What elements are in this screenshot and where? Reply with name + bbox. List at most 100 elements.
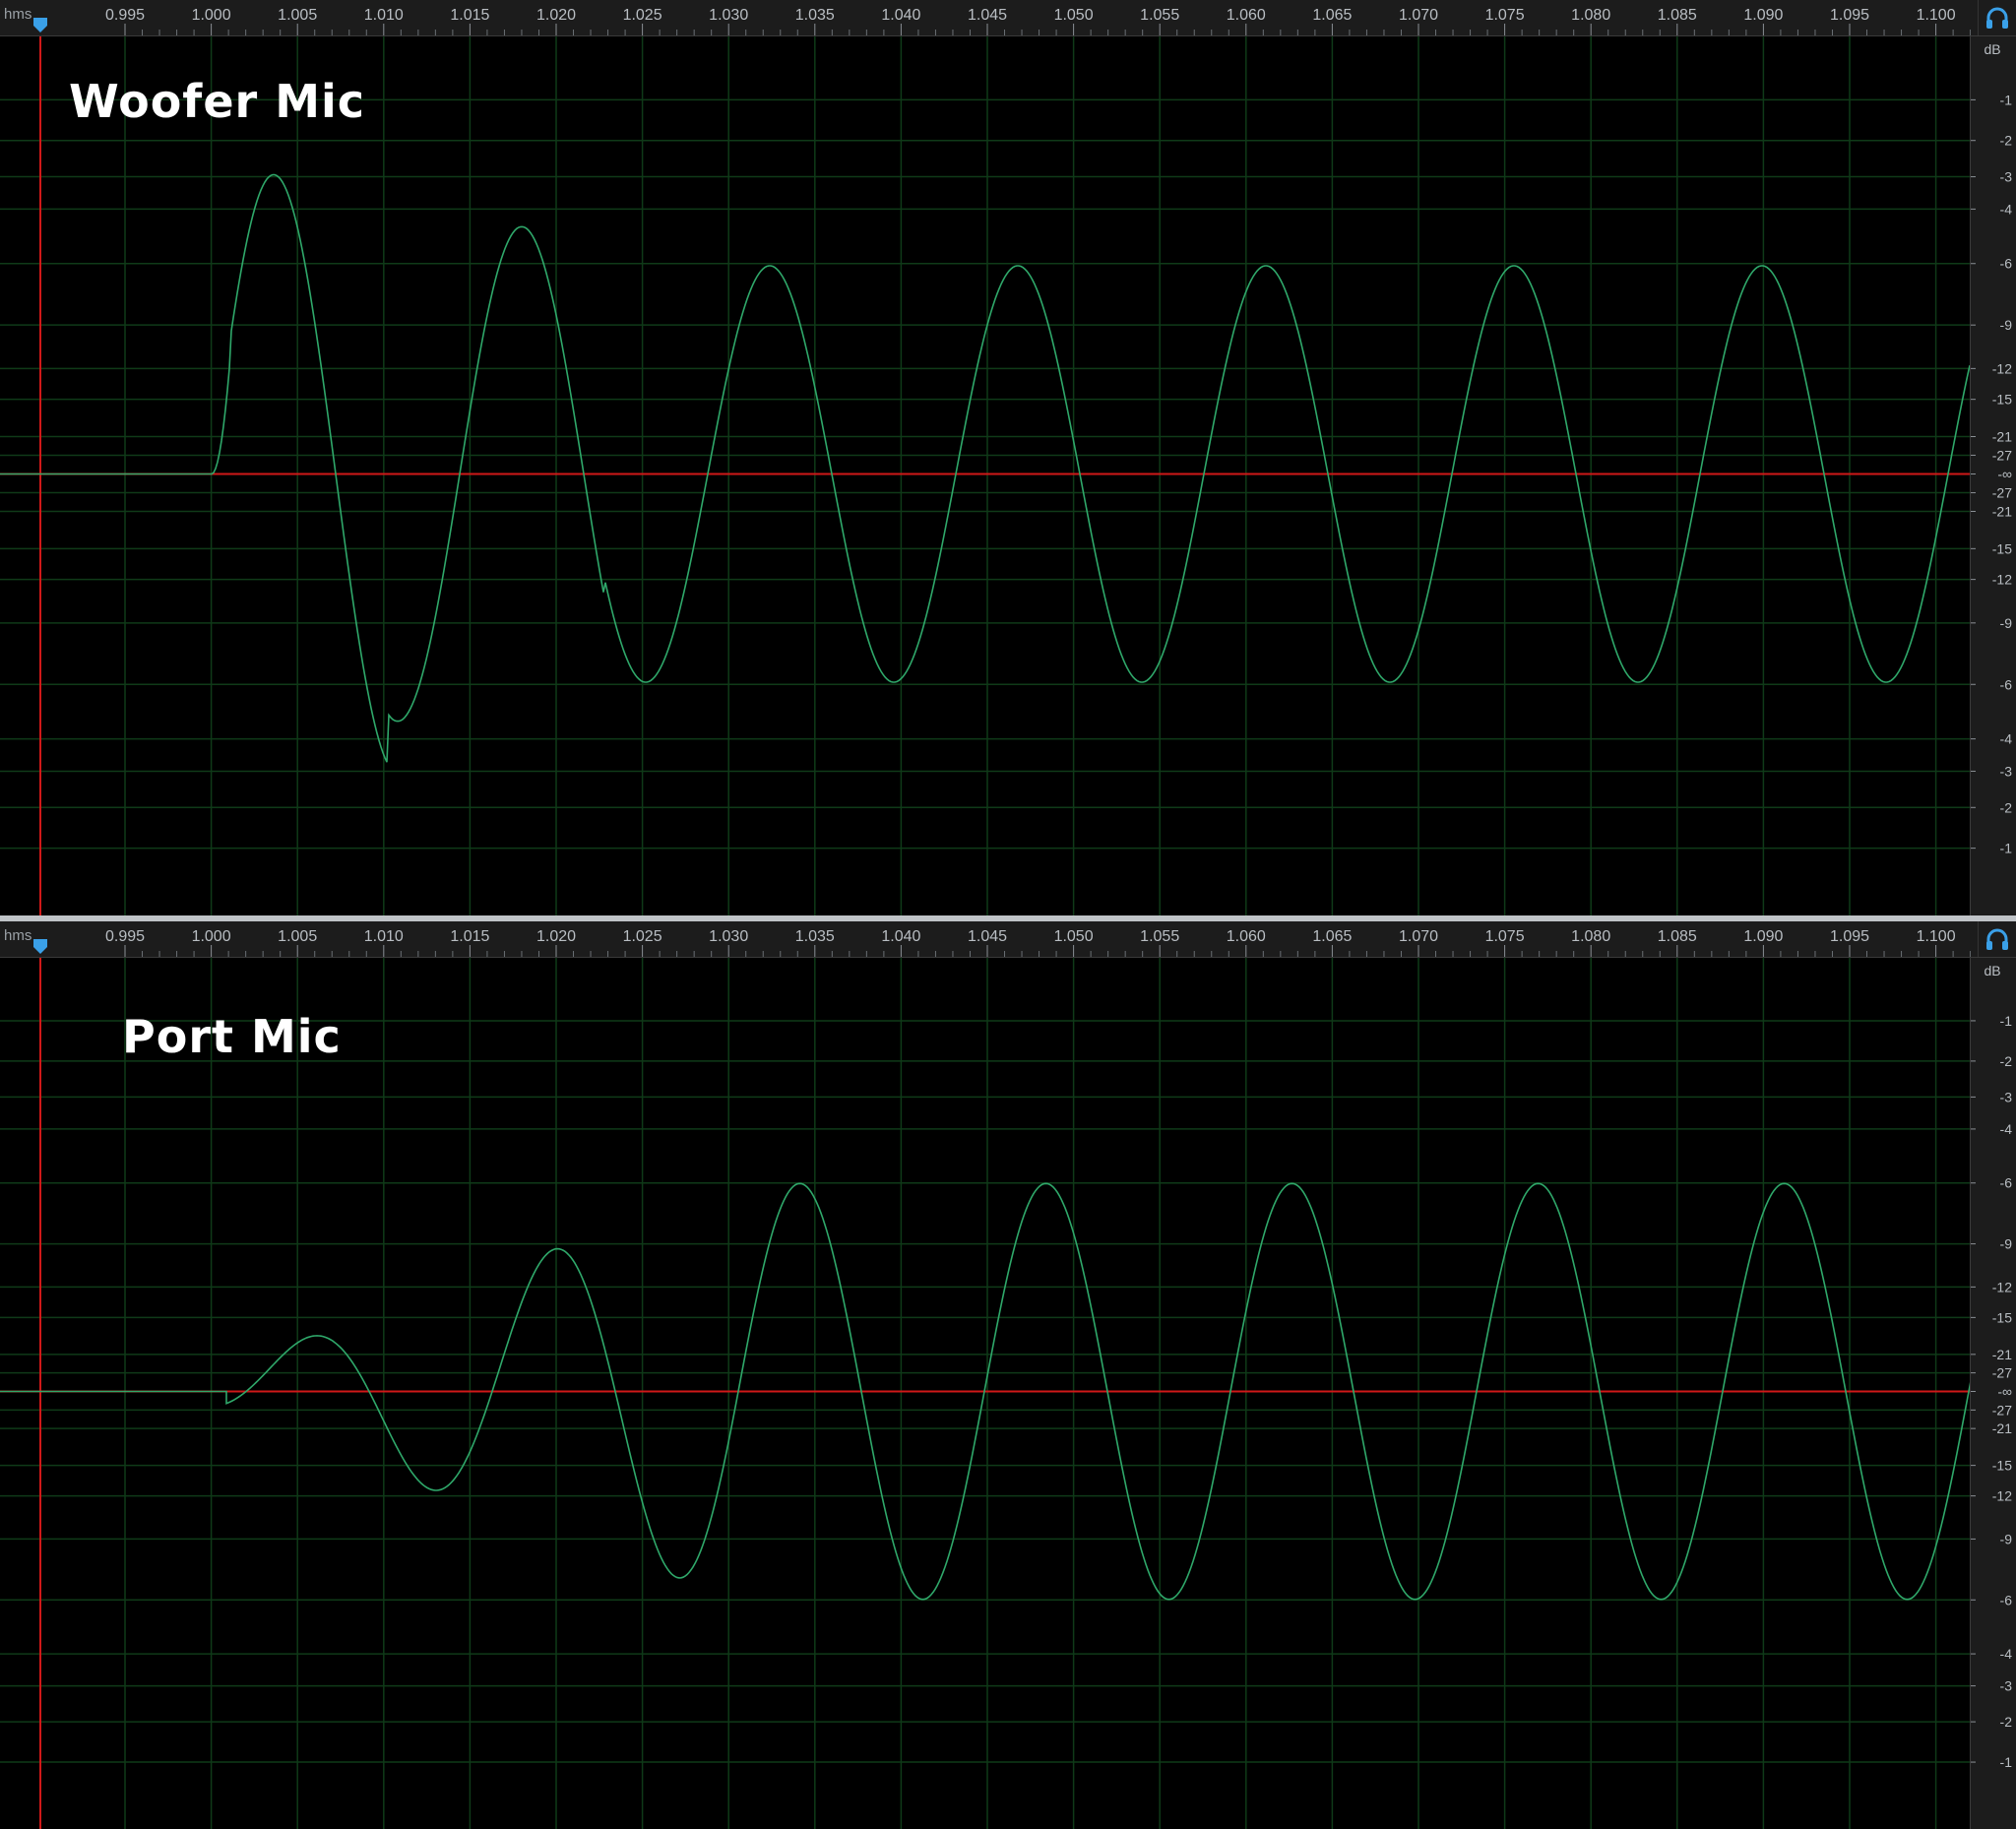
ruler-tick-label: 1.095	[1830, 7, 1869, 24]
db-tick-label: -6	[2000, 1175, 2013, 1191]
headphones-button[interactable]	[1978, 921, 2016, 957]
db-tick-label: -9	[2000, 615, 2013, 631]
headphones-icon	[1986, 7, 2008, 29]
ruler-tick-label: 1.075	[1485, 7, 1525, 24]
ruler-tick-label: 0.995	[105, 928, 145, 945]
db-tick-label: -9	[2000, 1236, 2013, 1252]
db-tick-label: -2	[2000, 133, 2013, 149]
ruler-tick-label: 1.090	[1743, 928, 1783, 945]
db-tick-label: -∞	[1997, 467, 2012, 482]
db-tick-label: -15	[1992, 392, 2012, 408]
db-tick-label: -6	[2000, 676, 2013, 692]
db-tick-label: -1	[2000, 841, 2013, 856]
db-tick-label: -27	[1992, 1402, 2012, 1418]
ruler-tick-label: 1.040	[881, 7, 920, 24]
db-tick-label: -6	[2000, 256, 2013, 272]
ruler-tick-label: 1.025	[623, 928, 662, 945]
db-tick-label: -21	[1992, 1420, 2012, 1436]
ruler-tick-label: 1.055	[1140, 928, 1179, 945]
db-scale: dB -1 -2 -3 -4 -6 -9 -12 -15 -21 -27 -∞ -27 -21 -15 -12…	[1970, 36, 2016, 915]
time-ruler[interactable]: hms 0.995 1.000 1.005 1.010 1.015 1.020 1.025 1…	[0, 0, 2016, 36]
playhead-marker-icon[interactable]	[33, 939, 47, 954]
ruler-tick-label: 1.005	[278, 7, 317, 24]
db-tick-label: -2	[2000, 799, 2013, 815]
headphones-button[interactable]	[1978, 0, 2016, 35]
ruler-tick-label: 1.100	[1917, 928, 1956, 945]
db-tick-label: -1	[2000, 92, 2013, 107]
db-unit-label: dB	[1984, 41, 2000, 57]
ruler-tick-label: 1.030	[709, 928, 748, 945]
waveform-view[interactable]	[0, 958, 1971, 1829]
db-tick-label: -21	[1992, 428, 2012, 444]
ruler-tick-label: 1.075	[1485, 928, 1525, 945]
ruler-tick-label: 1.065	[1312, 7, 1352, 24]
db-tick-label: -15	[1992, 1458, 2012, 1474]
db-tick-label: -3	[2000, 169, 2013, 185]
ruler-tick-label: 1.020	[536, 7, 576, 24]
ruler-tick-label: 1.095	[1830, 928, 1869, 945]
ruler-tick-label: 1.010	[364, 7, 404, 24]
ruler-tick-label: 1.005	[278, 928, 317, 945]
db-tick-label: -3	[2000, 1089, 2013, 1104]
ruler-tick-label: 1.055	[1140, 7, 1179, 24]
ruler-tick-label: 1.045	[968, 928, 1007, 945]
ruler-tick-label: 1.000	[192, 7, 231, 24]
ruler-tick-label: 1.040	[881, 928, 920, 945]
ruler-ticks: 0.995 1.000 1.005 1.010 1.015 1.020 1.025 1.030…	[33, 7, 1971, 35]
ruler-tick-label: 1.035	[795, 7, 835, 24]
db-tick-label: -9	[2000, 1531, 2013, 1546]
ruler-tick-label: 1.070	[1399, 7, 1438, 24]
waveform-view[interactable]	[0, 36, 1971, 915]
ruler-tick-label: 1.060	[1227, 928, 1266, 945]
ruler-tick-label: 1.015	[450, 928, 489, 945]
db-tick-label: -12	[1992, 360, 2012, 376]
ruler-tick-label: 1.085	[1658, 7, 1697, 24]
db-tick-label: -12	[1992, 1279, 2012, 1294]
db-tick-label: -4	[2000, 1646, 2013, 1662]
ruler-tick-label: 1.060	[1227, 7, 1266, 24]
ruler-tick-label: 1.015	[450, 7, 489, 24]
db-tick-label: -3	[2000, 763, 2013, 779]
db-tick-label: -4	[2000, 731, 2013, 747]
ruler-tick-label: 1.050	[1054, 928, 1094, 945]
db-unit-label: dB	[1984, 963, 2000, 978]
ruler-tick-label: 1.065	[1312, 928, 1352, 945]
ruler-tick-label: 1.025	[623, 7, 662, 24]
headphones-icon	[1986, 928, 2008, 950]
db-tick-label: -12	[1992, 572, 2012, 588]
port-mic-track[interactable]: hms 0.995 1.000 1.005 1.010 1.015 1.020 1.025 1…	[0, 921, 2016, 1829]
db-tick-label: -27	[1992, 1365, 2012, 1381]
db-tick-label: -21	[1992, 504, 2012, 520]
ruler-tick-label: 1.080	[1571, 7, 1610, 24]
db-tick-label: -12	[1992, 1488, 2012, 1504]
db-tick-label: -21	[1992, 1347, 2012, 1362]
ruler-tick-label: 1.010	[364, 928, 404, 945]
db-tick-label: -2	[2000, 1053, 2013, 1069]
db-tick-label: -15	[1992, 540, 2012, 556]
db-tick-label: -1	[2000, 1754, 2013, 1770]
ruler-tick-label: 1.035	[795, 928, 835, 945]
db-tick-label: -15	[1992, 1309, 2012, 1325]
ruler-tick-label: 1.030	[709, 7, 748, 24]
ruler-tick-label: 0.995	[105, 7, 145, 24]
db-tick-label: -3	[2000, 1678, 2013, 1694]
ruler-tick-label: 1.085	[1658, 928, 1697, 945]
ruler-tick-label: 1.020	[536, 928, 576, 945]
ruler-tick-label: 1.070	[1399, 928, 1438, 945]
playhead-marker-icon[interactable]	[33, 18, 47, 32]
ruler-tick-label: 1.080	[1571, 928, 1610, 945]
db-tick-label: -1	[2000, 1013, 2013, 1029]
track-title: Woofer Mic	[69, 75, 366, 128]
db-tick-label: -2	[2000, 1714, 2013, 1730]
db-tick-label: -9	[2000, 317, 2013, 333]
db-tick-label: -27	[1992, 447, 2012, 463]
ruler-tick-label: 1.100	[1917, 7, 1956, 24]
db-tick-label: -27	[1992, 485, 2012, 501]
time-ruler[interactable]: hms 0.995 1.000 1.005 1.010 1.015 1.020 1.025 1…	[0, 921, 2016, 958]
db-tick-label: -4	[2000, 1121, 2013, 1137]
db-tick-label: -4	[2000, 201, 2013, 217]
ruler-tick-label: 1.045	[968, 7, 1007, 24]
track-title: Port Mic	[122, 1010, 342, 1063]
woofer-mic-track[interactable]: hms 0.995 1.000 1.005 1.010 1.015 1.020 1.025 1…	[0, 0, 2016, 915]
ruler-tick-label: 1.000	[192, 928, 231, 945]
